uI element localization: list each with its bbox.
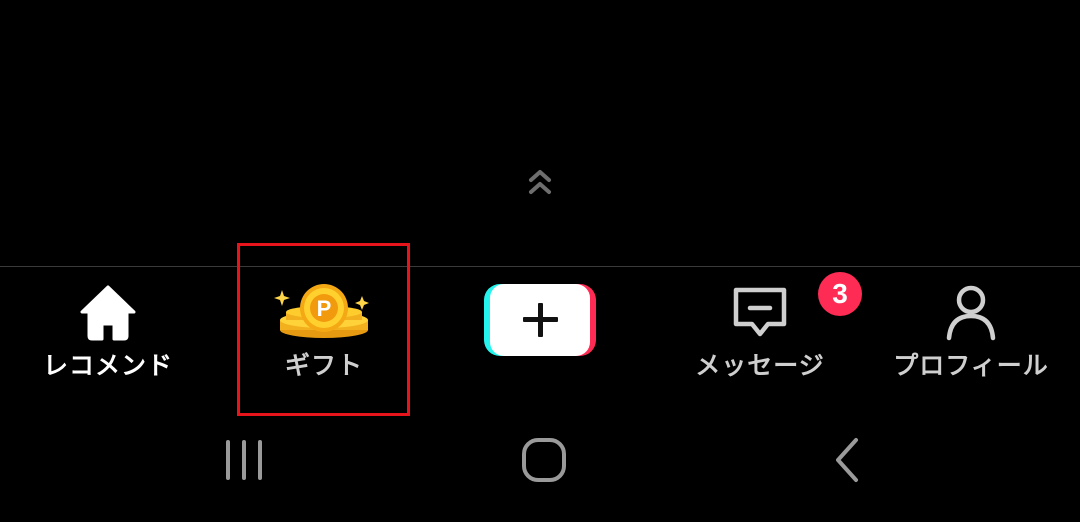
recents-icon[interactable] bbox=[222, 436, 266, 484]
tab-messages[interactable]: 3 メッセージ bbox=[680, 272, 862, 390]
create-plus-icon bbox=[484, 284, 596, 356]
profile-icon bbox=[946, 285, 996, 341]
tab-bar-divider bbox=[0, 266, 1080, 267]
system-home-icon[interactable] bbox=[520, 436, 568, 484]
double-chevron-up-icon bbox=[529, 170, 551, 194]
home-icon-wrap bbox=[76, 280, 140, 344]
tab-recommend[interactable]: レコメンド bbox=[28, 280, 188, 390]
home-icon bbox=[80, 285, 136, 341]
unread-badge: 3 bbox=[818, 272, 862, 316]
tab-label-profile: プロフィール bbox=[893, 351, 1049, 380]
tab-label-messages: メッセージ bbox=[695, 351, 825, 380]
tab-profile[interactable]: プロフィール bbox=[886, 280, 1056, 390]
back-icon[interactable] bbox=[830, 436, 866, 484]
create-icon-wrap bbox=[482, 280, 598, 360]
highlight-box bbox=[237, 243, 410, 416]
message-icon bbox=[733, 287, 787, 337]
create-button[interactable] bbox=[470, 280, 610, 390]
message-icon-wrap: 3 bbox=[728, 272, 862, 344]
profile-icon-wrap bbox=[939, 280, 1003, 344]
tab-label-recommend: レコメンド bbox=[42, 351, 173, 380]
